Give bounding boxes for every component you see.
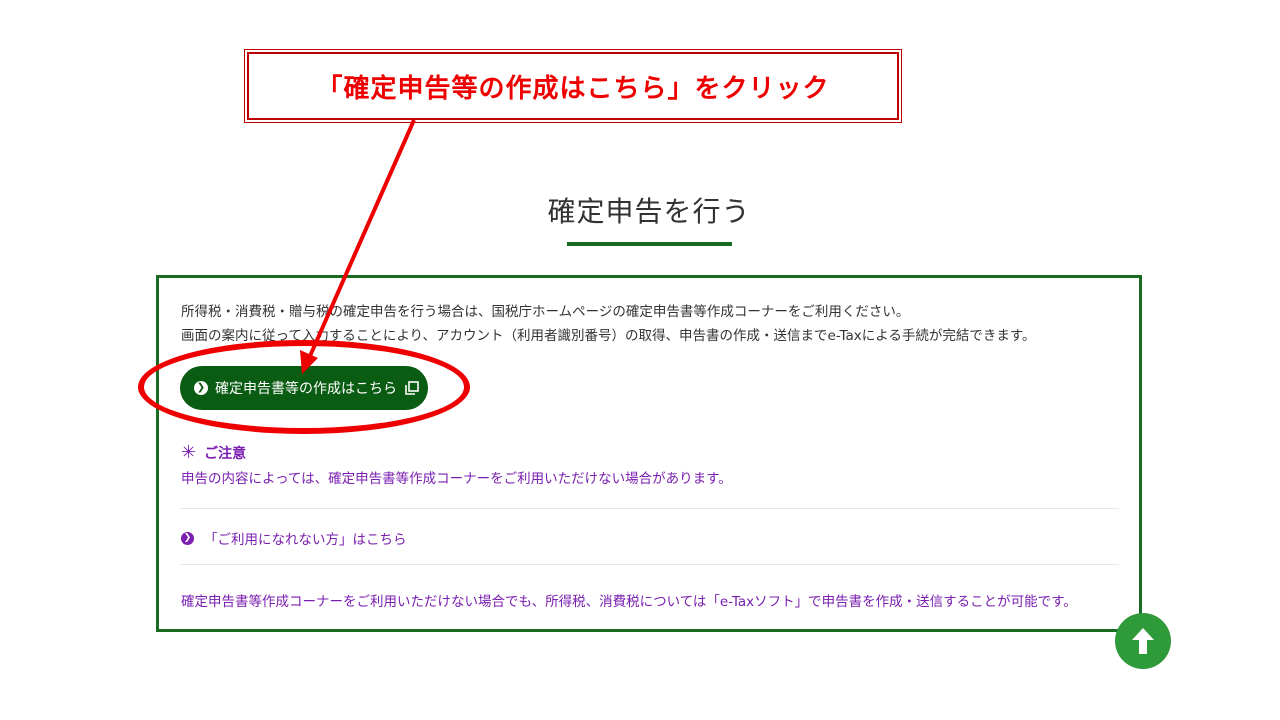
chevron-right-icon: ❯	[181, 531, 194, 545]
create-return-button[interactable]: ❯ 確定申告書等の作成はこちら	[180, 366, 428, 410]
intro-line-2: 画面の案内に従って入力することにより、アカウント（利用者識別番号）の取得、申告書…	[181, 328, 1036, 344]
instruction-callout-text: 「確定申告等の作成はこちら」をクリック	[316, 73, 830, 104]
section-title: 確定申告を行う	[547, 195, 751, 228]
asterisk-icon: ✳	[181, 442, 197, 463]
unavailable-users-link-label: 「ご利用になれない方」はこちら	[204, 532, 407, 548]
chevron-right-icon: ❯	[194, 381, 208, 395]
arrow-up-icon	[1132, 628, 1154, 654]
unavailable-users-link[interactable]: ❯ 「ご利用になれない方」はこちら	[181, 528, 407, 548]
notice-heading-label: ご注意	[204, 445, 247, 462]
intro-line-1: 所得税・消費税・贈与税の確定申告を行う場合は、国税庁ホームページの確定申告書等作…	[181, 304, 910, 320]
divider	[181, 564, 1119, 565]
notice-heading: ✳ ご注意	[181, 442, 246, 463]
e-tax-info-panel: 所得税・消費税・贈与税の確定申告を行う場合は、国税庁ホームページの確定申告書等作…	[156, 275, 1142, 632]
intro-text: 所得税・消費税・贈与税の確定申告を行う場合は、国税庁ホームページの確定申告書等作…	[181, 300, 1035, 348]
external-window-icon	[405, 381, 419, 395]
etax-software-note: 確定申告書等作成コーナーをご利用いただけない場合でも、所得税、消費税については「…	[181, 594, 1077, 610]
back-to-top-button[interactable]	[1115, 613, 1171, 669]
section-title-underline	[567, 242, 732, 246]
notice-text: 申告の内容によっては、確定申告書等作成コーナーをご利用いただけない場合があります…	[181, 471, 732, 487]
divider	[181, 508, 1119, 509]
create-return-button-label: 確定申告書等の作成はこちら	[215, 381, 397, 397]
instruction-callout: 「確定申告等の作成はこちら」をクリック	[244, 49, 902, 123]
page: 「確定申告等の作成はこちら」をクリック 確定申告を行う 所得税・消費税・贈与税の…	[0, 0, 1280, 720]
